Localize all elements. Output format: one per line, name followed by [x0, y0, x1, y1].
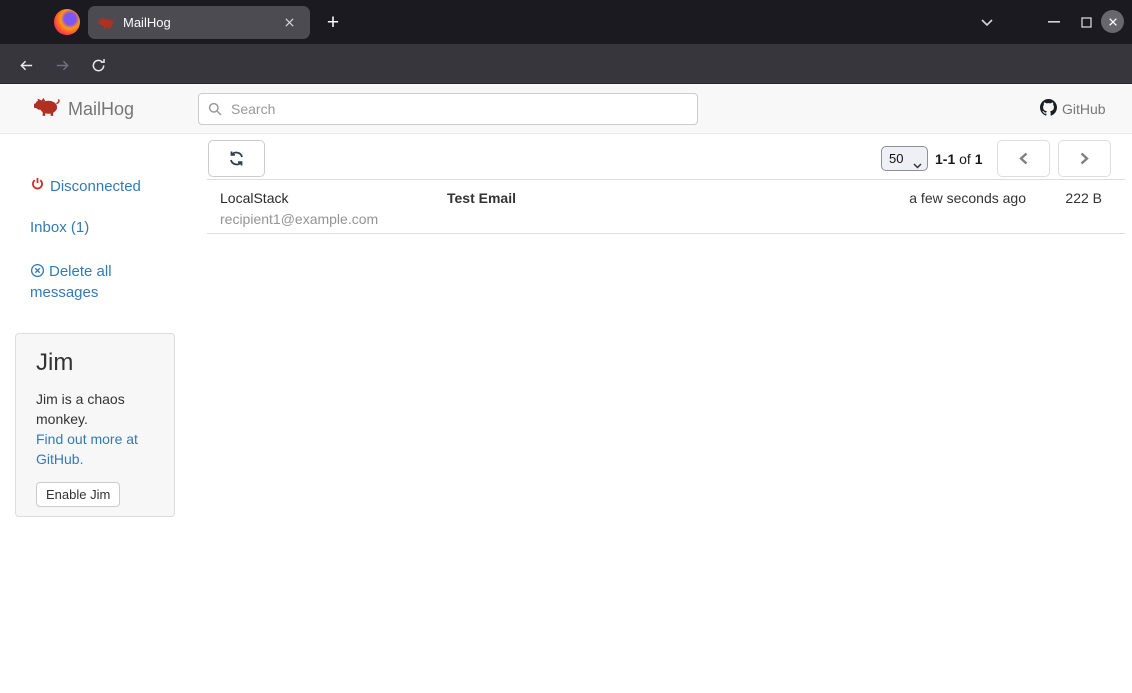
- message-row[interactable]: LocalStack recipient1@example.com Test E…: [207, 179, 1125, 234]
- sidebar-item-disconnected[interactable]: Disconnected: [30, 177, 141, 196]
- message-subject: Test Email: [447, 189, 856, 207]
- page-size-select[interactable]: 50: [881, 146, 928, 171]
- jim-panel: Jim Jim is a chaos monkey. Find out more…: [15, 333, 175, 517]
- range-of: of: [959, 151, 971, 167]
- message-time: a few seconds ago: [856, 189, 1026, 207]
- refresh-icon: [228, 150, 245, 167]
- chevron-right-icon: [1080, 152, 1089, 165]
- inbox-label: Inbox (1): [30, 219, 89, 236]
- forward-button[interactable]: [48, 52, 76, 78]
- window-maximize-button[interactable]: [1074, 10, 1098, 34]
- tab-close-icon[interactable]: [278, 12, 300, 34]
- brand-label: MailHog: [68, 99, 134, 120]
- firefox-icon[interactable]: [54, 9, 80, 35]
- range-start: 1-1: [935, 151, 955, 167]
- message-size: 222 B: [1026, 189, 1102, 207]
- github-octocat-icon: [1040, 99, 1057, 119]
- browser-tab-mailhog[interactable]: MailHog: [88, 6, 310, 39]
- message-recipient: recipient1@example.com: [220, 210, 447, 228]
- disconnected-label: Disconnected: [50, 178, 141, 195]
- power-icon: [30, 177, 45, 196]
- github-label: GitHub: [1062, 101, 1106, 117]
- mailhog-brand[interactable]: MailHog: [34, 97, 134, 121]
- message-sender: LocalStack: [220, 189, 447, 207]
- browser-tab-bar: MailHog +: [0, 0, 1132, 44]
- mailhog-pig-favicon-icon: [98, 17, 115, 29]
- reload-button[interactable]: [84, 52, 112, 78]
- pagination-range: 1-1 of 1: [935, 151, 983, 167]
- enable-jim-button[interactable]: Enable Jim: [36, 482, 120, 507]
- delete-circle-x-icon: [30, 263, 45, 278]
- search-input[interactable]: [198, 93, 698, 125]
- refresh-button[interactable]: [208, 140, 265, 177]
- sidebar-item-delete-all[interactable]: Delete all messages: [30, 261, 150, 303]
- app-header: MailHog GitHub: [0, 84, 1132, 134]
- jim-description: Jim is a chaos monkey.: [36, 389, 144, 429]
- window-close-button[interactable]: [1101, 10, 1124, 33]
- browser-window: MailHog +: [0, 0, 1132, 693]
- sidebar-item-inbox[interactable]: Inbox (1): [30, 219, 89, 236]
- message-sender-column: LocalStack recipient1@example.com: [220, 189, 447, 228]
- back-button[interactable]: [12, 52, 40, 78]
- tab-list-chevron-down-icon[interactable]: [974, 10, 1000, 34]
- previous-page-button[interactable]: [997, 140, 1050, 177]
- mailhog-pig-logo-icon: [34, 97, 60, 121]
- browser-nav-bar: mailhog.localhost.localstack.cloud:4566/…: [0, 44, 1132, 84]
- jim-github-link[interactable]: Find out more at GitHub.: [36, 429, 144, 469]
- chevron-left-icon: [1019, 152, 1028, 165]
- page-size-select-wrap: 50: [881, 146, 928, 171]
- next-page-button[interactable]: [1058, 140, 1111, 177]
- jim-title: Jim: [36, 349, 154, 377]
- window-minimize-button[interactable]: [1042, 10, 1066, 34]
- tab-title: MailHog: [123, 15, 278, 30]
- search-box: [198, 93, 698, 125]
- github-link[interactable]: GitHub: [1040, 99, 1106, 119]
- search-icon: [208, 102, 222, 121]
- range-total: 1: [975, 151, 983, 167]
- new-tab-button[interactable]: +: [318, 8, 348, 38]
